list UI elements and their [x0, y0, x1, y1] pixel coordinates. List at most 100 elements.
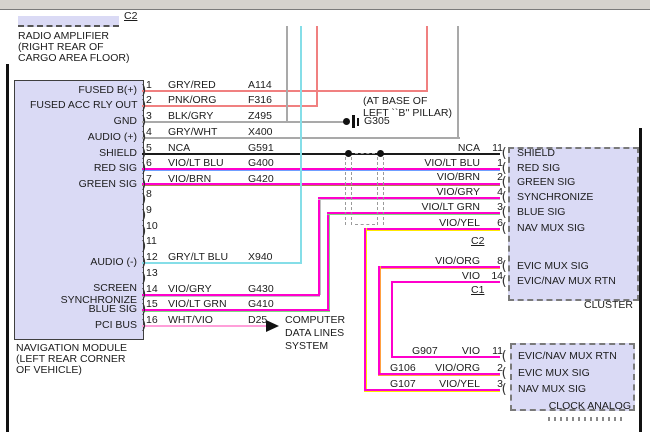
wire-color-code: VIO/LT BLU — [168, 158, 224, 170]
pin-label: FUSED B(+) — [30, 85, 137, 97]
circuit-number: A114 — [248, 80, 272, 92]
wire-color-code: VIO/ORG — [380, 363, 480, 375]
diagram-right-border — [639, 128, 642, 432]
circuit-number: G410 — [248, 299, 274, 311]
pin-label: FUSED ACC RLY OUT — [30, 100, 137, 112]
wire-color-code: WHT/VIO — [168, 315, 213, 327]
wiring-diagram-page: C2 RADIO AMPLIFIER (RIGHT REAR OF CARGO … — [0, 0, 650, 432]
radio-amp-connector-label: C2 — [124, 11, 137, 23]
circuit-number: X400 — [248, 127, 273, 139]
inline-connector-line-3 — [377, 157, 378, 225]
pin-number: 2 — [146, 95, 152, 107]
ground-location-line1: (AT BASE OF — [363, 96, 427, 108]
inline-connector-line-2 — [351, 157, 352, 225]
radio-amp-caption-line3: CARGO AREA FLOOR) — [18, 53, 129, 65]
wire-color-code: VIO/LT GRN — [168, 299, 227, 311]
wire-color-code: PNK/ORG — [168, 95, 216, 107]
wire-color-code: VIO/GRY — [380, 187, 480, 199]
wire-color-code: VIO/LT GRN — [380, 202, 480, 214]
wire-pnk-org-f316-vert — [316, 26, 318, 106]
pin-number: 13 — [146, 268, 158, 280]
pin-label: RED SIG — [517, 163, 560, 175]
inline-connector-top-dash — [355, 153, 375, 154]
clipped-text-artifact — [548, 417, 624, 421]
pin-number: 6 — [146, 158, 152, 170]
wire-gry-red-a114-vert — [426, 26, 428, 91]
computer-data-line2: DATA LINES — [285, 328, 344, 340]
circuit-number: F316 — [248, 95, 272, 107]
wire-vio-gry-g430-vert — [318, 197, 321, 295]
pin-label: SHIELD — [30, 148, 137, 160]
wire-color-code: VIO — [380, 346, 480, 358]
wire-color-code: VIO/LT BLU — [380, 158, 480, 170]
pin-number: 2 — [480, 172, 503, 184]
pin-label: AUDIO (+) — [30, 132, 137, 144]
pin-number: 4 — [146, 127, 152, 139]
pin-label: SYNCHRONIZE — [517, 192, 593, 204]
circuit-number: G591 — [248, 143, 274, 155]
circuit-number: G430 — [248, 284, 274, 296]
pin-number: 15 — [146, 299, 158, 311]
pin-label: EVIC MUX SIG — [518, 368, 590, 380]
pin-number: 8 — [480, 256, 503, 268]
pin-label: AUDIO (-) — [30, 257, 137, 269]
pin-number: 4 — [480, 187, 503, 199]
off-page-arrow-icon — [266, 320, 279, 332]
pin-label: PCI BUS — [30, 320, 137, 332]
ground-bar-thick — [352, 115, 355, 128]
pin-label: GREEN SIG — [30, 179, 137, 191]
wire-color-code: GRY/LT BLU — [168, 252, 228, 264]
clock-analog-caption: CLOCK ANALOG — [531, 401, 631, 413]
wire-color-code: VIO/BRN — [380, 172, 480, 184]
pin-number: 9 — [146, 205, 152, 217]
wire-color-code: VIO/ORG — [380, 256, 480, 268]
cluster-connector-c1-label: C1 — [471, 285, 484, 297]
ground-bar-thin — [357, 118, 359, 126]
wire-blk-gry-z495-vert — [286, 26, 288, 122]
wire-vio-yel-vert — [364, 228, 367, 391]
radio-amp-box — [18, 16, 119, 27]
nav-module-caption-line3: OF VEHICLE) — [16, 365, 82, 377]
pin-number: 10 — [146, 221, 158, 233]
pin-number: 11 — [146, 236, 157, 248]
wire-vio-lt-grn-g410-vert — [327, 212, 330, 310]
wire-color-code: VIO/YEL — [380, 218, 480, 230]
splice-dot-left — [345, 150, 352, 157]
wire-color-code: NCA — [168, 143, 190, 155]
pin-label: SHIELD — [517, 148, 555, 160]
circuit-number: G400 — [248, 158, 274, 170]
pin-number: 3 — [480, 202, 503, 214]
pin-label: NAV MUX SIG — [517, 223, 585, 235]
pin-number: 8 — [146, 189, 152, 201]
window-top-bar — [0, 0, 650, 9]
ground-dot — [343, 118, 350, 125]
circuit-number: D25 — [248, 315, 267, 327]
pin-label: RED SIG — [30, 163, 137, 175]
computer-data-line1: COMPUTER — [285, 315, 345, 327]
wire-color-code: VIO/YEL — [380, 379, 480, 391]
pin-number: 7 — [146, 174, 152, 186]
circuit-number: Z495 — [248, 111, 272, 123]
inline-connector-line-1 — [345, 157, 346, 225]
pin-label: BLUE SIG — [517, 207, 565, 219]
pin-number: 11 — [480, 346, 503, 358]
pin-number: 14 — [146, 284, 158, 296]
cluster-caption: CLUSTER — [533, 300, 633, 312]
wire-color-code: BLK/GRY — [168, 111, 213, 123]
wire-color-code: VIO/GRY — [168, 284, 212, 296]
pin-label: BLUE SIG — [30, 304, 137, 316]
pin-number: 2 — [480, 363, 503, 375]
ground-location-line2: LEFT ``B'' PILLAR) — [363, 108, 452, 120]
pin-number: 3 — [146, 111, 152, 123]
pin-label: GREEN SIG — [517, 177, 575, 189]
content-top-border — [0, 9, 650, 10]
pin-number: 6 — [480, 218, 503, 230]
pin-label: GND — [30, 116, 137, 128]
diagram-left-border — [6, 64, 9, 432]
pin-label: EVIC/NAV MUX RTN — [517, 276, 616, 288]
circuit-number: X940 — [248, 252, 273, 264]
wire-color-code: GRY/RED — [168, 80, 216, 92]
cluster-connector-c2-label: C2 — [471, 236, 484, 248]
wire-color-code: GRY/WHT — [168, 127, 217, 139]
pin-label: EVIC/NAV MUX RTN — [518, 351, 617, 363]
